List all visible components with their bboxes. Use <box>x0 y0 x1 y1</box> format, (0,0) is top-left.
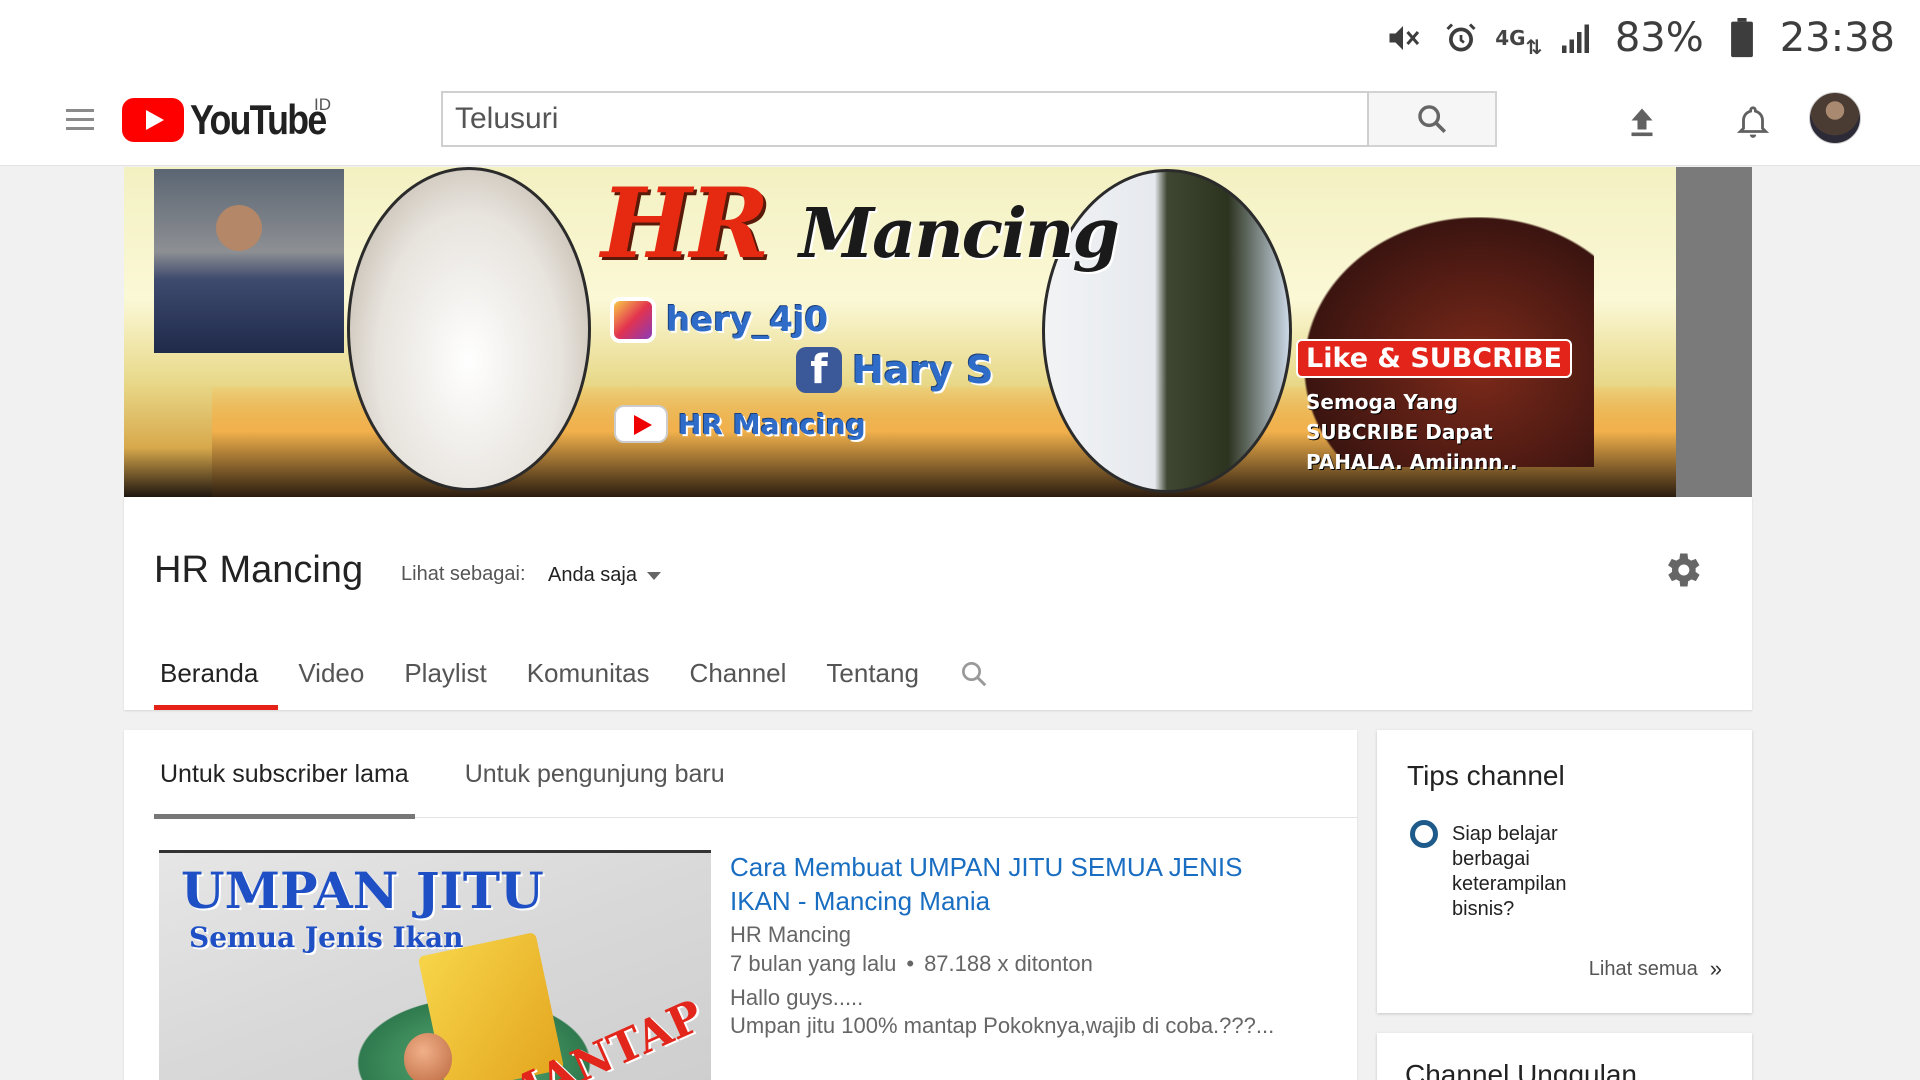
upload-button[interactable] <box>1617 97 1667 147</box>
chevron-right-icon: » <box>1709 956 1722 981</box>
youtube-header: YouTube ID <box>0 75 1920 166</box>
menu-icon[interactable] <box>66 109 94 131</box>
youtube-logo[interactable]: YouTube ID <box>122 95 349 145</box>
youtube-name: HR Mancing <box>678 407 866 441</box>
featured-channels-card: Channel Unggulan <box>1377 1033 1752 1080</box>
clock: 23:38 <box>1779 15 1895 61</box>
tab-playlist[interactable]: Playlist <box>384 637 506 710</box>
video-thumbnail[interactable]: UMPAN JITU Semua Jenis Ikan MANTAP <box>159 850 711 1080</box>
banner-instagram: hery_4j0 <box>610 297 828 343</box>
channel-settings-button[interactable] <box>1659 547 1705 593</box>
tip-progress-icon <box>1410 820 1438 848</box>
bell-icon <box>1736 106 1770 138</box>
home-section: Untuk subscriber lama Untuk pengunjung b… <box>124 730 1357 1080</box>
tips-title: Tips channel <box>1407 760 1565 791</box>
video-meta: 7 bulan yang lalu • 87.188 x ditonton <box>730 951 1093 977</box>
logo-text: YouTube <box>190 96 327 143</box>
banner-cta: Like & SUBCRIBE <box>1296 339 1572 378</box>
instagram-handle: hery_4j0 <box>666 300 829 340</box>
see-all-label: Lihat semua <box>1588 957 1698 980</box>
video-age: 7 bulan yang lalu <box>730 951 897 976</box>
instagram-icon <box>610 297 656 343</box>
4g-icon: 4G ⇅ <box>1495 26 1543 59</box>
channel-tabs: Beranda Video Playlist Komunitas Channel… <box>154 637 1009 710</box>
video-description: Hallo guys..... Umpan jitu 100% mantap P… <box>730 984 1330 1040</box>
search-input[interactable] <box>443 93 1367 145</box>
banner-brand-first: HR <box>601 167 769 280</box>
battery-icon <box>1722 18 1762 58</box>
channel-search-button[interactable] <box>939 637 1009 710</box>
banner-photo-man <box>154 169 344 353</box>
status-icons: 4G ⇅ 83% 23:38 <box>1383 12 1895 64</box>
video-description-line-2: Umpan jitu 100% mantap Pokoknya,wajib di… <box>730 1013 1275 1038</box>
video-title-link[interactable]: Cara Membuat UMPAN JITU SEMUA JENIS IKAN… <box>730 850 1290 918</box>
banner-brand: HR Mancing <box>601 167 1120 280</box>
tab-tentang[interactable]: Tentang <box>806 637 939 710</box>
see-all-link[interactable]: Lihat semua » <box>1589 956 1722 982</box>
channel-banner: HR Mancing hery_4j0 f Hary S HR Mancing … <box>124 167 1752 497</box>
facebook-icon: f <box>796 347 842 393</box>
video-channel-link[interactable]: HR Mancing <box>730 922 851 948</box>
video-views: 87.188 x ditonton <box>924 951 1093 976</box>
tab-komunitas[interactable]: Komunitas <box>507 637 670 710</box>
caret-down-icon <box>646 571 661 580</box>
youtube-play-icon <box>122 98 184 142</box>
gear-icon <box>1668 553 1700 587</box>
upload-icon <box>1631 108 1653 137</box>
search-icon <box>961 661 987 686</box>
audience-tabs: Untuk subscriber lama Untuk pengunjung b… <box>154 730 1357 819</box>
subtab-returning-subscribers[interactable]: Untuk subscriber lama <box>154 730 415 819</box>
meta-separator: • <box>906 951 915 976</box>
tab-channel[interactable]: Channel <box>670 637 807 710</box>
search-icon <box>1418 105 1447 134</box>
signal-icon <box>1557 18 1597 58</box>
alarm-icon <box>1441 18 1481 58</box>
video-description-line-1: Hallo guys..... <box>730 985 864 1010</box>
subtab-new-visitors[interactable]: Untuk pengunjung baru <box>459 730 731 818</box>
banner-photo-couple-1 <box>347 167 591 491</box>
thumbnail-subtitle: Semua Jenis Ikan <box>189 921 464 954</box>
banner-youtube: HR Mancing <box>614 405 866 443</box>
banner-cta-sub: Semoga Yang SUBCRIBE Dapat PAHALA. Amiin… <box>1306 390 1518 474</box>
banner-brand-second: Mancing <box>798 194 1120 274</box>
banner-facebook: f Hary S <box>796 347 994 393</box>
notifications-button[interactable] <box>1728 97 1778 147</box>
view-as-label: Lihat sebagai: <box>401 563 526 585</box>
view-as-dropdown[interactable]: Anda saja <box>548 564 661 587</box>
tab-video[interactable]: Video <box>278 637 384 710</box>
channel-name: HR Mancing <box>154 549 364 591</box>
channel-tips-card: Tips channel Siap belajar berbagai keter… <box>1377 730 1752 1013</box>
region-code: ID <box>314 95 331 114</box>
search-button[interactable] <box>1369 91 1497 147</box>
banner-art: HR Mancing hery_4j0 f Hary S HR Mancing … <box>124 167 1676 497</box>
avatar[interactable] <box>1809 92 1861 144</box>
status-bar: 4G ⇅ 83% 23:38 <box>0 0 1920 75</box>
featured-title: Channel Unggulan <box>1405 1059 1637 1080</box>
facebook-name: Hary S <box>852 348 994 392</box>
view-as-value: Anda saja <box>548 564 637 586</box>
youtube-icon <box>614 405 668 443</box>
channel-header: HR Mancing Lihat sebagai: Anda saja Bera… <box>124 497 1752 710</box>
thumbnail-title: UMPAN JITU <box>181 861 544 920</box>
battery-percent: 83% <box>1614 15 1704 61</box>
search-box <box>441 91 1369 147</box>
mute-icon <box>1383 18 1423 58</box>
tip-item-link[interactable]: Siap belajar berbagai keterampilan bisni… <box>1452 822 1602 922</box>
tab-beranda[interactable]: Beranda <box>154 637 279 710</box>
thumbnail-egg <box>404 1033 452 1080</box>
